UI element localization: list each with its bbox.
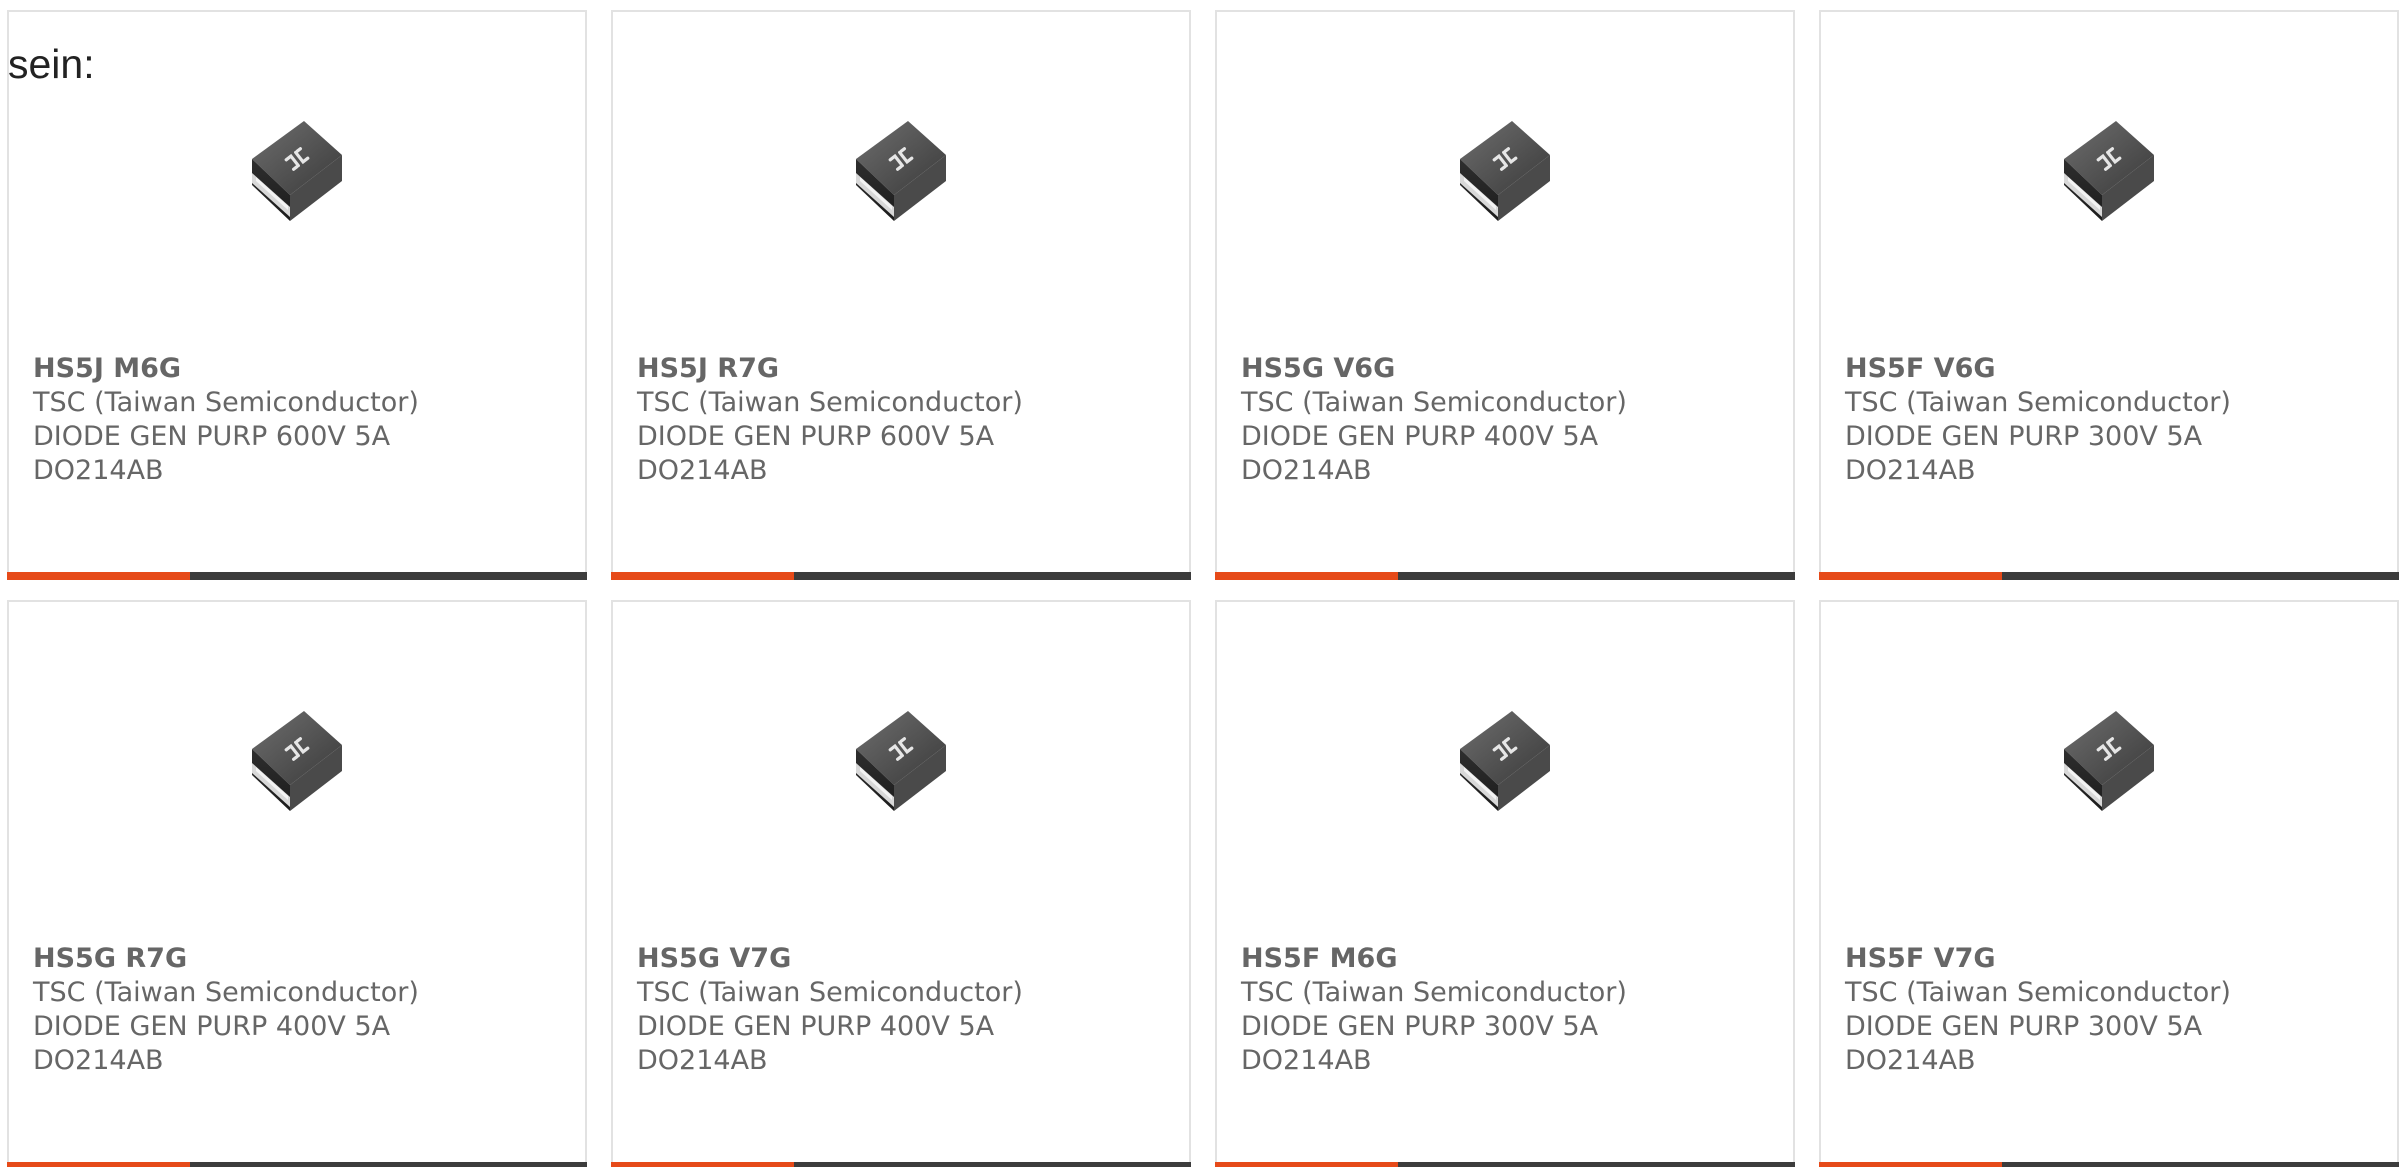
product-info: HS5F V6G TSC (Taiwan Semiconductor) DIOD…	[1845, 352, 2377, 488]
card-accent-bar	[7, 572, 190, 580]
product-card[interactable]: HS5G V7G TSC (Taiwan Semiconductor) DIOD…	[611, 600, 1191, 1167]
smd-diode-package-icon	[1450, 697, 1560, 827]
card-accent-bar	[611, 572, 794, 580]
product-part-number[interactable]: HS5G V6G	[1241, 352, 1773, 386]
product-info: HS5J R7G TSC (Taiwan Semiconductor) DIOD…	[637, 352, 1169, 488]
card-accent-bar	[1819, 572, 2002, 580]
product-image[interactable]	[1821, 697, 2397, 827]
product-card[interactable]: HS5G R7G TSC (Taiwan Semiconductor) DIOD…	[7, 600, 587, 1167]
card-accent-bar	[1215, 1162, 1398, 1167]
product-description: DIODE GEN PURP 600V 5A	[637, 421, 995, 452]
product-part-number[interactable]: HS5F V7G	[1845, 942, 2377, 976]
product-card[interactable]: HS5J M6G TSC (Taiwan Semiconductor) DIOD…	[7, 10, 587, 580]
card-bottom-bar	[1215, 1162, 1795, 1167]
product-description: DIODE GEN PURP 600V 5A	[33, 421, 391, 452]
product-package: DO214AB	[1241, 455, 1372, 486]
product-package: DO214AB	[1845, 455, 1976, 486]
product-package: DO214AB	[637, 455, 768, 486]
product-part-number[interactable]: HS5G R7G	[33, 942, 565, 976]
product-part-number[interactable]: HS5F M6G	[1241, 942, 1773, 976]
product-package: DO214AB	[1845, 1045, 1976, 1076]
product-manufacturer: TSC (Taiwan Semiconductor)	[637, 977, 1023, 1008]
product-image[interactable]	[9, 107, 585, 237]
page: sein: HS5J M6G TSC (Taiwan Semiconductor…	[0, 0, 2400, 1167]
product-part-number[interactable]: HS5J R7G	[637, 352, 1169, 386]
product-image[interactable]	[9, 697, 585, 827]
smd-diode-package-icon	[846, 697, 956, 827]
card-bottom-bar	[1819, 1162, 2399, 1167]
product-manufacturer: TSC (Taiwan Semiconductor)	[1845, 977, 2231, 1008]
smd-diode-package-icon	[2054, 107, 2164, 237]
product-manufacturer: TSC (Taiwan Semiconductor)	[1241, 387, 1627, 418]
product-card[interactable]: HS5J R7G TSC (Taiwan Semiconductor) DIOD…	[611, 10, 1191, 580]
product-package: DO214AB	[33, 1045, 164, 1076]
smd-diode-package-icon	[242, 697, 352, 827]
product-info: HS5F M6G TSC (Taiwan Semiconductor) DIOD…	[1241, 942, 1773, 1078]
product-manufacturer: TSC (Taiwan Semiconductor)	[1241, 977, 1627, 1008]
product-package: DO214AB	[33, 455, 164, 486]
product-card[interactable]: HS5F V6G TSC (Taiwan Semiconductor) DIOD…	[1819, 10, 2399, 580]
product-manufacturer: TSC (Taiwan Semiconductor)	[637, 387, 1023, 418]
card-bottom-bar	[1215, 572, 1795, 580]
card-bottom-bar	[7, 1162, 587, 1167]
card-bottom-bar	[7, 572, 587, 580]
product-info: HS5G V6G TSC (Taiwan Semiconductor) DIOD…	[1241, 352, 1773, 488]
product-description: DIODE GEN PURP 300V 5A	[1241, 1011, 1599, 1042]
product-part-number[interactable]: HS5J M6G	[33, 352, 565, 386]
product-card[interactable]: HS5G V6G TSC (Taiwan Semiconductor) DIOD…	[1215, 10, 1795, 580]
product-description: DIODE GEN PURP 400V 5A	[637, 1011, 995, 1042]
smd-diode-package-icon	[1450, 107, 1560, 237]
product-image[interactable]	[613, 697, 1189, 827]
product-manufacturer: TSC (Taiwan Semiconductor)	[33, 387, 419, 418]
product-info: HS5G R7G TSC (Taiwan Semiconductor) DIOD…	[33, 942, 565, 1078]
product-package: DO214AB	[637, 1045, 768, 1076]
product-image[interactable]	[1217, 107, 1793, 237]
product-info: HS5G V7G TSC (Taiwan Semiconductor) DIOD…	[637, 942, 1169, 1078]
smd-diode-package-icon	[242, 107, 352, 237]
product-description: DIODE GEN PURP 300V 5A	[1845, 421, 2203, 452]
smd-diode-package-icon	[846, 107, 956, 237]
card-bottom-bar	[611, 572, 1191, 580]
product-image[interactable]	[1217, 697, 1793, 827]
product-manufacturer: TSC (Taiwan Semiconductor)	[1845, 387, 2231, 418]
product-description: DIODE GEN PURP 400V 5A	[33, 1011, 391, 1042]
card-bottom-bar	[1819, 572, 2399, 580]
section-heading: sein:	[8, 41, 95, 87]
product-part-number[interactable]: HS5F V6G	[1845, 352, 2377, 386]
product-info: HS5F V7G TSC (Taiwan Semiconductor) DIOD…	[1845, 942, 2377, 1078]
product-description: DIODE GEN PURP 300V 5A	[1845, 1011, 2203, 1042]
product-package: DO214AB	[1241, 1045, 1372, 1076]
product-image[interactable]	[613, 107, 1189, 237]
product-card[interactable]: HS5F V7G TSC (Taiwan Semiconductor) DIOD…	[1819, 600, 2399, 1167]
product-image[interactable]	[1821, 107, 2397, 237]
card-bottom-bar	[611, 1162, 1191, 1167]
card-accent-bar	[1819, 1162, 2002, 1167]
product-info: HS5J M6G TSC (Taiwan Semiconductor) DIOD…	[33, 352, 565, 488]
product-card[interactable]: HS5F M6G TSC (Taiwan Semiconductor) DIOD…	[1215, 600, 1795, 1167]
product-grid: HS5J M6G TSC (Taiwan Semiconductor) DIOD…	[7, 10, 2400, 1167]
card-accent-bar	[7, 1162, 190, 1167]
card-accent-bar	[1215, 572, 1398, 580]
card-accent-bar	[611, 1162, 794, 1167]
smd-diode-package-icon	[2054, 697, 2164, 827]
product-part-number[interactable]: HS5G V7G	[637, 942, 1169, 976]
product-manufacturer: TSC (Taiwan Semiconductor)	[33, 977, 419, 1008]
product-description: DIODE GEN PURP 400V 5A	[1241, 421, 1599, 452]
